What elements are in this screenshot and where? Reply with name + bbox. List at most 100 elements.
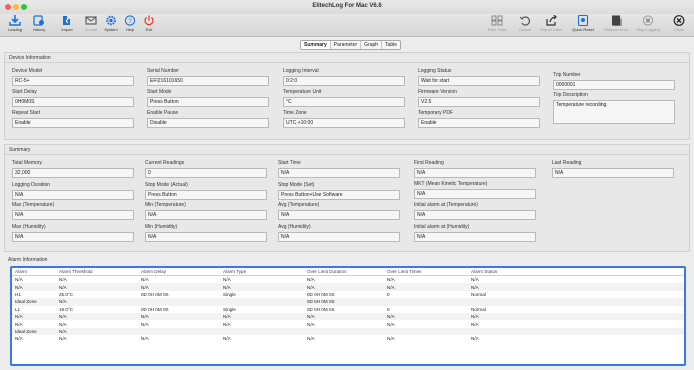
table-cell xyxy=(304,327,384,336)
table-cell: N/A xyxy=(138,312,220,321)
toolbar: Loading History Import E-mail System ? H… xyxy=(0,14,694,37)
alarm-table-container[interactable]: Alarm Alarm Threshold Alarm Delay Alarm … xyxy=(10,266,686,366)
table-cell: N/A xyxy=(220,312,304,321)
avg-humidity-field: Avg (Humidity) N/A xyxy=(278,224,400,242)
serial-number-field: Serial Number EFI216101650 xyxy=(147,68,269,86)
table-row[interactable]: N/A N/A N/A N/A N/A N/A N/A xyxy=(12,320,684,327)
table-cell: N/A xyxy=(387,277,395,283)
cancel-button[interactable]: Cancel xyxy=(512,15,538,32)
table-cell: N/A xyxy=(56,298,138,306)
reset-icon xyxy=(577,15,589,26)
email-icon xyxy=(85,16,97,25)
quick-reset-button[interactable]: Quick Reset xyxy=(570,15,596,32)
column-header[interactable]: Alarm Type xyxy=(220,268,304,276)
table-row[interactable]: N/A N/A N/A N/A N/A N/A N/A xyxy=(12,312,684,321)
table-row[interactable]: N/A N/A N/A N/A N/A N/A N/A xyxy=(12,276,684,284)
table-cell: 0D 0H 0M 0S xyxy=(141,306,169,312)
firmware-version-field: Firmware Version V2.5 xyxy=(418,89,540,107)
table-cell: N/A xyxy=(12,283,56,291)
initial-alarm-temperature-field: Initial alarm at (Temperature) N/A xyxy=(414,202,536,220)
alarm-table: Alarm Alarm Threshold Alarm Delay Alarm … xyxy=(12,268,684,343)
logging-status-field: Logging Status Wait for start xyxy=(418,68,540,86)
start-time-field: Start Time N/A xyxy=(278,160,400,178)
view-tabs: Summary Parameter Graph Table xyxy=(300,40,401,50)
table-cell: H1 xyxy=(15,291,21,297)
exit-button[interactable]: Exit xyxy=(136,15,162,32)
stop-mode-set-field: Stop Mode (Set) Press Button+Use Softwar… xyxy=(278,182,400,200)
mkt-field: MKT (Mean Kinetic Temperature) N/A xyxy=(414,181,536,199)
table-cell: N/A xyxy=(56,283,138,291)
table-cell: 0 xyxy=(387,306,390,312)
power-icon xyxy=(144,15,154,26)
table-cell: N/A xyxy=(384,283,468,291)
stop-icon xyxy=(642,15,654,26)
table-cell: N/A xyxy=(468,283,684,291)
history-icon xyxy=(33,15,44,26)
table-cell xyxy=(384,327,468,336)
shadow-area-label: Shadow Area xyxy=(604,27,628,32)
initial-alarm-humidity-field: Initial alarm at (Humidity) N/A xyxy=(414,224,536,242)
import-button[interactable]: Import xyxy=(54,15,80,32)
table-row[interactable]: L1 18.0°C 0D 0H 0M 0S Single 0D 0H 0M 0S 0 Nor… xyxy=(12,306,684,313)
alarm-table-header: Alarm Alarm Threshold Alarm Delay Alarm … xyxy=(12,268,684,276)
table-cell: N/A xyxy=(223,277,231,283)
table-cell: N/A xyxy=(59,277,67,283)
loading-button[interactable]: Loading xyxy=(2,15,28,32)
trip-description-field: Trip Description Temperature recording. xyxy=(553,92,675,124)
table-row[interactable]: N/A N/A N/A N/A N/A N/A N/A xyxy=(12,283,684,291)
time-zone-field: Time Zone UTC +10:00 xyxy=(283,110,405,128)
tab-summary[interactable]: Summary xyxy=(301,41,331,49)
summary-title: Summary xyxy=(9,147,31,153)
table-row[interactable]: H1 25.0°C 0D 0H 0M 0S Single 0D 0H 0M 0S 0 Nor… xyxy=(12,291,684,298)
start-delay-field: Start Delay 0H0M0S xyxy=(12,89,134,107)
table-cell xyxy=(138,298,220,306)
export-data-button[interactable]: Export Data xyxy=(538,15,564,32)
table-cell: N/A xyxy=(384,312,468,321)
temporary-pdf-field: Temporary PDF Enable xyxy=(418,110,540,128)
close-icon xyxy=(673,15,685,26)
help-icon: ? xyxy=(124,15,136,26)
min-humidity-field: Min (Humidity) N/A xyxy=(145,224,267,242)
column-header[interactable]: Over Limit Duration xyxy=(304,268,384,276)
min-temperature-field: Min (Temperature) N/A xyxy=(145,202,267,220)
table-row[interactable]: N/A N/A N/A N/A N/A N/A N/A xyxy=(12,335,684,342)
table-cell: 25.0°C xyxy=(59,291,74,297)
table-cell: N/A xyxy=(471,336,479,342)
first-reading-field: First Reading N/A xyxy=(414,160,536,178)
window-titlebar: ElitechLog For Mac V6.6 xyxy=(0,0,694,14)
close-button[interactable]: Close xyxy=(666,15,692,32)
table-row[interactable]: Ideal Zone N/A 0D 0H 0M 0S xyxy=(12,298,684,306)
grid-icon xyxy=(491,15,503,26)
history-button[interactable]: History xyxy=(26,15,52,32)
column-header[interactable]: Alarm Threshold xyxy=(56,268,138,276)
column-header[interactable]: Alarm Status xyxy=(468,268,684,276)
table-row[interactable]: Ideal Zone N/A xyxy=(12,327,684,336)
logging-interval-field: Logging Interval 0:2:0 xyxy=(283,68,405,86)
column-header[interactable]: Alarm xyxy=(12,268,56,276)
tab-table[interactable]: Table xyxy=(382,41,400,49)
stop-mode-actual-field: Stop Mode (Actual) Press Button xyxy=(145,182,267,200)
download-icon xyxy=(9,15,21,26)
table-cell xyxy=(220,327,304,336)
enable-pause-field: Enable Pause Disable xyxy=(147,110,269,128)
column-header[interactable]: Over Limit Times xyxy=(384,268,468,276)
gear-icon xyxy=(106,15,116,26)
table-cell: N/A xyxy=(56,312,138,321)
repeat-start-field: Repeat Start Enable xyxy=(12,110,134,128)
tab-graph[interactable]: Graph xyxy=(361,41,383,49)
column-header[interactable]: Alarm Delay xyxy=(138,268,220,276)
table-cell xyxy=(468,298,684,306)
avg-temperature-field: Avg (Temperature) N/A xyxy=(278,202,400,220)
shadow-area-button[interactable]: Shadow Area xyxy=(603,15,629,32)
export-data-label: Export Data xyxy=(540,27,562,32)
last-reading-field: Last Reading N/A xyxy=(552,160,674,178)
table-cell: N/A xyxy=(220,283,304,291)
max-temperature-field: Max (Temperature) N/A xyxy=(12,202,134,220)
stop-logging-button[interactable]: Stop Logging xyxy=(635,15,661,32)
tab-parameter[interactable]: Parameter xyxy=(331,41,362,49)
table-cell: N/A xyxy=(307,321,315,327)
table-cell: N/A xyxy=(307,277,315,283)
table-cell: N/A xyxy=(307,336,315,342)
filter-data-button[interactable]: Filter Data xyxy=(484,15,510,32)
table-cell: N/A xyxy=(12,312,56,321)
